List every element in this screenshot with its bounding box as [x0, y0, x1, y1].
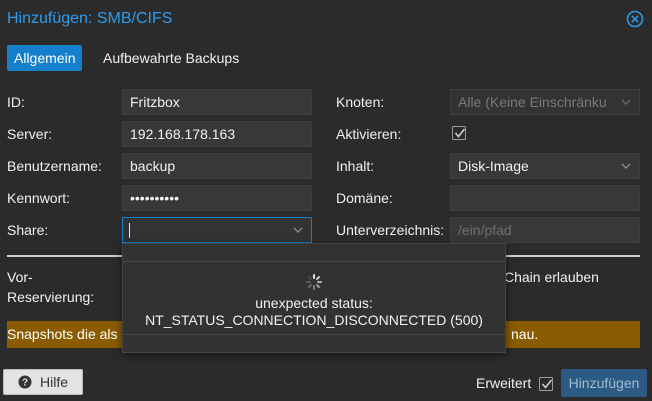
share-dropdown: unexpected status: NT_STATUS_CONNECTION_… [122, 243, 506, 353]
dialog-title: Hinzufügen: SMB/CIFS [7, 10, 173, 27]
close-icon[interactable] [626, 10, 644, 28]
server-field[interactable]: 192.168.178.163 [122, 121, 312, 147]
prealloc-label-line1: Vor- [7, 269, 33, 285]
tab-bar: Allgemein Aufbewahrte Backups [0, 42, 652, 72]
node-select[interactable]: Alle (Keine Einschränku [450, 89, 640, 115]
subdir-placeholder: /ein/pfad [458, 222, 512, 238]
content-select[interactable]: Disk-Image [450, 153, 640, 179]
help-button[interactable]: ? Hilfe [3, 369, 83, 395]
id-label: ID: [7, 94, 25, 110]
content-value: Disk-Image [458, 158, 529, 174]
node-label: Knoten: [336, 94, 385, 110]
tab-retention[interactable]: Aufbewahrte Backups [96, 45, 246, 71]
prealloc-label-line2: Reservierung: [7, 289, 95, 305]
server-label: Server: [7, 126, 53, 142]
chevron-down-icon[interactable] [293, 225, 303, 235]
tab-general[interactable]: Allgemein [7, 45, 83, 71]
id-field[interactable]: Fritzbox [122, 89, 312, 115]
advanced-checkbox[interactable] [539, 377, 553, 391]
username-label: Benutzername: [7, 158, 102, 174]
dropdown-separator [123, 334, 505, 335]
chevron-down-icon[interactable] [621, 161, 631, 171]
domain-label: Domäne: [336, 190, 393, 206]
checkmark-icon [454, 128, 466, 138]
chevron-down-icon [621, 99, 631, 105]
add-button[interactable]: Hinzufügen [561, 369, 647, 397]
dropdown-status-line2: NT_STATUS_CONNECTION_DISCONNECTED (500) [145, 312, 483, 328]
username-field[interactable]: backup [122, 153, 312, 179]
password-field[interactable]: •••••••••• [122, 185, 312, 211]
content-label: Inhalt: [336, 158, 375, 174]
share-label: Share: [7, 222, 49, 238]
loading-spinner-icon [306, 274, 322, 290]
enable-checkbox[interactable] [452, 126, 466, 140]
advanced-label: Erweitert [476, 375, 532, 391]
question-circle-icon: ? [18, 375, 32, 389]
text-caret [129, 223, 130, 238]
checkmark-icon [541, 379, 553, 389]
svg-text:?: ? [22, 378, 28, 389]
subdir-label: Unterverzeichnis: [336, 222, 445, 238]
help-button-label: Hilfe [40, 374, 69, 390]
domain-field[interactable] [450, 185, 640, 211]
dropdown-status-line1: unexpected status: [255, 295, 373, 311]
password-label: Kennwort: [7, 190, 71, 206]
dialog-footer: ? Hilfe Erweitert Hinzufügen [0, 364, 652, 401]
warning-text-start: Snapshots die als [7, 326, 118, 342]
dropdown-separator [123, 261, 505, 262]
node-value: Alle (Keine Einschränku [458, 94, 607, 110]
chain-label: Chain erlauben [504, 269, 599, 285]
enable-label: Aktivieren: [336, 126, 402, 142]
subdir-field[interactable]: /ein/pfad [450, 217, 640, 243]
dialog-titlebar: Hinzufügen: SMB/CIFS [0, 0, 652, 38]
warning-text-end: nau. [511, 326, 539, 342]
share-combobox[interactable] [122, 217, 312, 243]
